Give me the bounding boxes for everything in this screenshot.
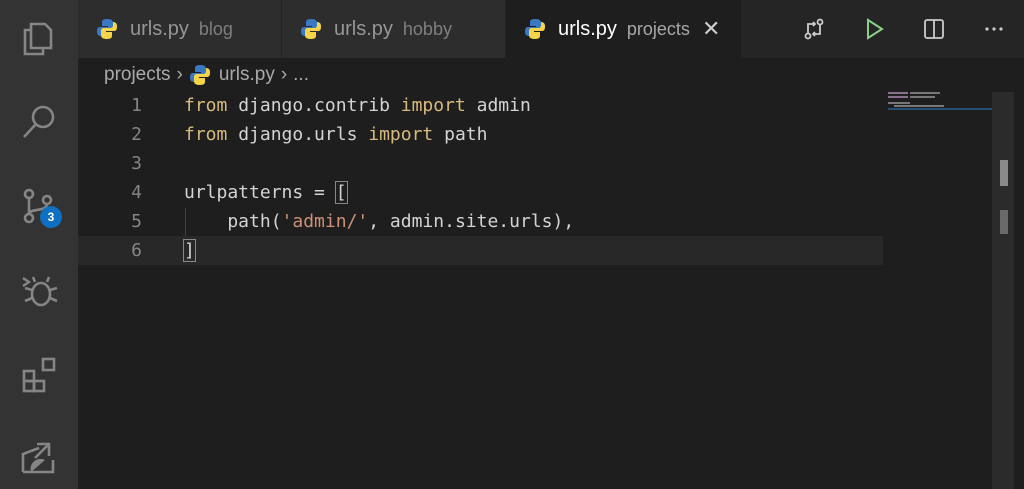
line-content: ] [183,239,196,262]
search-icon[interactable] [0,92,78,152]
run-icon[interactable] [862,17,886,41]
activity-bar: 3 [0,0,78,489]
scrollbar-marker [1000,210,1008,234]
debug-icon[interactable] [0,260,78,320]
explorer-icon[interactable] [0,8,78,68]
compare-changes-icon[interactable] [802,17,826,41]
close-icon[interactable]: ✕ [702,16,720,42]
code-line: 3 [78,149,988,178]
tab-urls-blog[interactable]: urls.py blog [78,0,282,58]
scm-badge: 3 [40,206,62,228]
tab-label: urls.py [558,17,617,40]
scrollbar-marker [1000,160,1008,186]
split-editor-icon[interactable] [922,17,946,41]
code-line: 1 from django.contrib import admin [78,91,988,120]
chevron-right-icon: › [280,64,288,85]
more-actions-icon[interactable] [982,17,1006,41]
remote-explorer-icon[interactable] [0,428,78,488]
python-icon [301,19,321,39]
line-content: from django.contrib import admin [184,95,531,116]
line-number: 5 [131,211,142,232]
line-number: 3 [131,153,142,174]
tab-description: hobby [402,18,452,39]
code-line: 5 path('admin/', admin.site.urls), [78,207,988,236]
line-number: 2 [131,124,142,145]
tab-description: blog [198,18,233,39]
breadcrumb-symbols[interactable]: ... [293,64,309,86]
source-control-icon[interactable]: 3 [0,176,78,236]
line-number: 1 [131,95,142,116]
code-line: 4 urlpatterns = [ [78,178,988,207]
line-content: from django.urls import path [184,124,488,145]
minimap[interactable] [888,92,992,152]
tab-bar: urls.py blog urls.py hobby urls.py proje… [78,0,1024,58]
tab-urls-projects[interactable]: urls.py projects ✕ [506,0,742,58]
indent-guide [185,208,186,236]
breadcrumb: projects › urls.py › ... [104,62,309,88]
breadcrumb-file[interactable]: urls.py [219,64,275,86]
chevron-right-icon: › [176,64,183,85]
extensions-icon[interactable] [0,344,78,404]
line-content: path('admin/', admin.site.urls), [184,211,575,232]
code-line: 2 from django.urls import path [78,120,988,149]
vertical-scrollbar[interactable] [992,92,1014,489]
tab-label: urls.py [130,17,189,40]
breadcrumb-folder[interactable]: projects [104,64,171,86]
tab-description: projects [626,18,690,39]
line-number: 4 [131,182,142,203]
editor-actions [784,0,1024,58]
python-icon [189,65,210,85]
tab-urls-hobby[interactable]: urls.py hobby [282,0,506,58]
code-line-current: 6 ] [78,236,883,265]
line-number: 6 [131,240,142,261]
code-editor[interactable]: 1 from django.contrib import admin 2 fro… [78,91,988,265]
tab-label: urls.py [334,17,393,40]
python-icon [525,19,545,39]
python-icon [97,19,117,39]
line-content: urlpatterns = [ [184,181,348,204]
